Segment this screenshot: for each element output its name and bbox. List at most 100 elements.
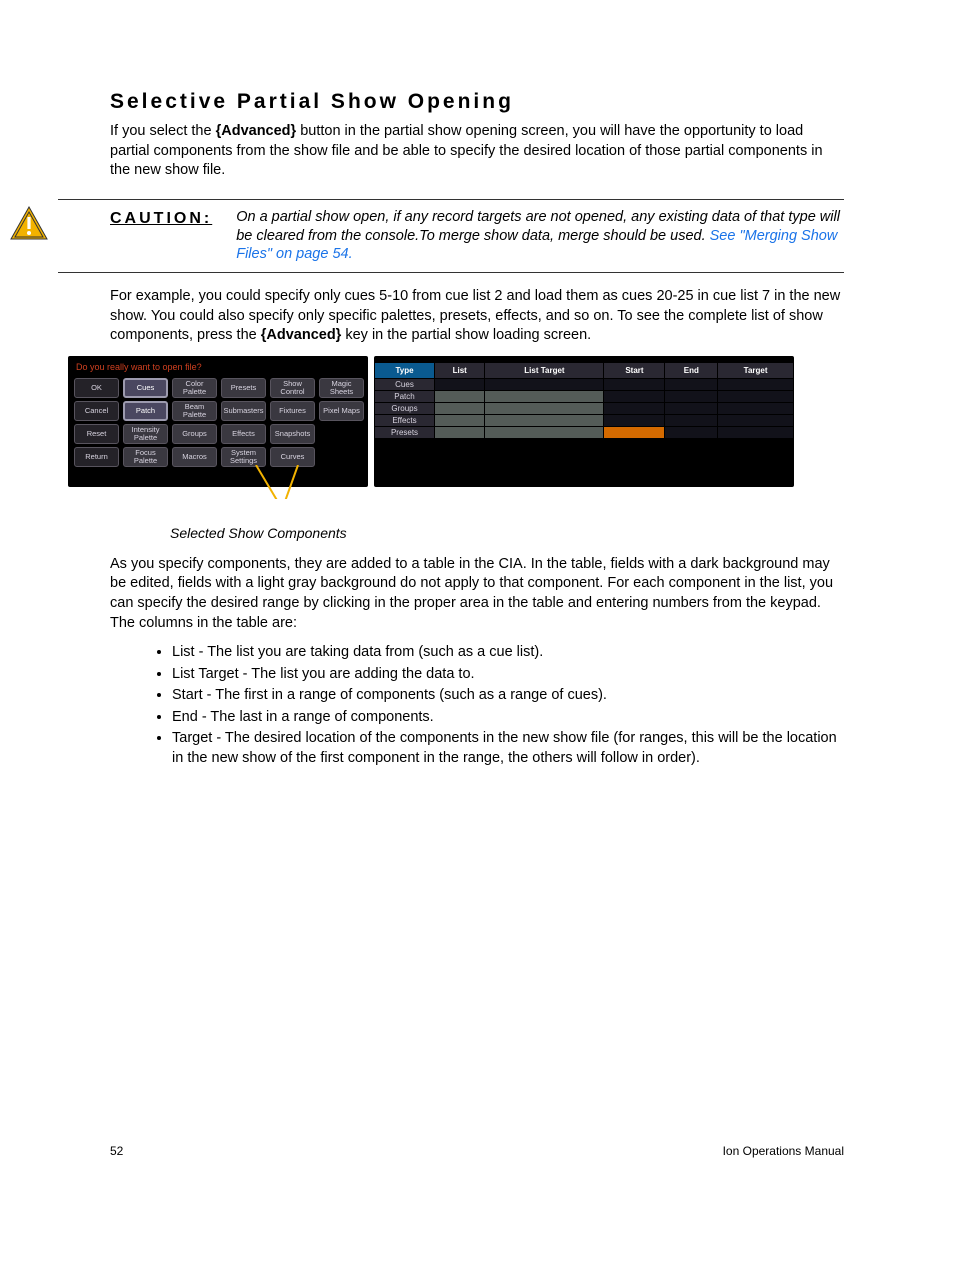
component-focus-palette[interactable]: Focus Palette — [123, 447, 168, 467]
component-snapshots[interactable]: Snapshots — [270, 424, 315, 444]
component-cues[interactable]: Cues — [123, 378, 168, 398]
table-cell[interactable] — [485, 402, 604, 414]
row-patch: Patch — [375, 390, 435, 402]
column-item: Start - The first in a range of componen… — [172, 686, 844, 706]
row-groups: Groups — [375, 402, 435, 414]
component-show-control[interactable]: Show Control — [270, 378, 315, 398]
component-color-palette[interactable]: Color Palette — [172, 378, 217, 398]
table-cell[interactable] — [435, 390, 485, 402]
table-cell[interactable] — [485, 390, 604, 402]
col-end: End — [665, 362, 718, 378]
column-item: List Target - The list you are adding th… — [172, 665, 844, 685]
component-fixtures[interactable]: Fixtures — [270, 401, 315, 421]
table-cell[interactable] — [604, 414, 665, 426]
row-effects: Effects — [375, 414, 435, 426]
table-cell — [435, 438, 485, 450]
component-pixel-maps[interactable]: Pixel Maps — [319, 401, 364, 421]
table-cell[interactable] — [435, 402, 485, 414]
ok-button[interactable]: OK — [74, 378, 119, 398]
page-number: 52 — [110, 1144, 123, 1158]
caution-text: On a partial show open, if any record ta… — [236, 208, 844, 265]
columns-list: List - The list you are taking data from… — [172, 643, 844, 768]
table-cell[interactable] — [665, 426, 718, 438]
table-cell — [718, 462, 794, 474]
row-cues: Cues — [375, 378, 435, 390]
caution-label: CAUTION: — [110, 208, 212, 265]
table-cell — [375, 450, 435, 462]
component-magic-sheets[interactable]: Magic Sheets — [319, 378, 364, 398]
table-cell — [435, 450, 485, 462]
component-effects[interactable]: Effects — [221, 424, 266, 444]
table-cell[interactable] — [665, 402, 718, 414]
figure-caption: Selected Show Components — [170, 525, 844, 541]
table-cell — [375, 438, 435, 450]
column-item: End - The last in a range of components. — [172, 708, 844, 728]
table-cell[interactable] — [718, 402, 794, 414]
row-presets: Presets — [375, 426, 435, 438]
table-cell[interactable] — [604, 390, 665, 402]
table-description: As you specify components, they are adde… — [110, 555, 844, 633]
text: key in the partial show loading screen. — [341, 327, 591, 343]
table-cell[interactable] — [718, 378, 794, 390]
return-button[interactable]: Return — [74, 447, 119, 467]
component-patch[interactable]: Patch — [123, 401, 168, 421]
table-cell[interactable] — [718, 414, 794, 426]
reset-button[interactable]: Reset — [74, 424, 119, 444]
col-start: Start — [604, 362, 665, 378]
table-cell[interactable] — [604, 402, 665, 414]
table-cell — [604, 438, 665, 450]
table-cell — [665, 462, 718, 474]
col-list: List — [435, 362, 485, 378]
component-system-settings[interactable]: System Settings — [221, 447, 266, 467]
advanced-key: {Advanced} — [261, 327, 342, 343]
table-cell[interactable] — [665, 414, 718, 426]
intro-paragraph: If you select the {Advanced} button in t… — [110, 122, 844, 181]
table-cell[interactable] — [718, 426, 794, 438]
table-cell — [485, 438, 604, 450]
text: If you select the — [110, 123, 216, 139]
table-cell[interactable] — [485, 426, 604, 438]
dialog-prompt: Do you really want to open file? — [74, 362, 362, 378]
table-cell — [665, 438, 718, 450]
caution-icon — [10, 206, 48, 244]
table-cell[interactable] — [718, 390, 794, 402]
component-groups[interactable]: Groups — [172, 424, 217, 444]
page-footer: 52 Ion Operations Manual — [110, 1144, 844, 1158]
component-curves[interactable]: Curves — [270, 447, 315, 467]
table-cell — [718, 438, 794, 450]
component-table: TypeListList TargetStartEndTarget CuesPa… — [374, 362, 794, 475]
dialog-panel-right: TypeListList TargetStartEndTarget CuesPa… — [374, 356, 794, 487]
component-macros[interactable]: Macros — [172, 447, 217, 467]
table-cell — [485, 462, 604, 474]
col-target: Target — [718, 362, 794, 378]
table-cell — [604, 462, 665, 474]
col-type: Type — [375, 362, 435, 378]
table-cell[interactable] — [435, 378, 485, 390]
advanced-key: {Advanced} — [216, 123, 297, 139]
table-cell[interactable] — [485, 378, 604, 390]
column-item: List - The list you are taking data from… — [172, 643, 844, 663]
component-submasters[interactable]: Submasters — [221, 401, 266, 421]
column-item: Target - The desired location of the com… — [172, 729, 844, 768]
table-cell — [485, 450, 604, 462]
table-cell[interactable] — [665, 378, 718, 390]
section-heading: Selective Partial Show Opening — [110, 90, 844, 114]
table-cell — [665, 450, 718, 462]
table-cell — [718, 450, 794, 462]
table-cell[interactable] — [485, 414, 604, 426]
caution-block: CAUTION: On a partial show open, if any … — [58, 199, 844, 274]
table-cell[interactable] — [665, 390, 718, 402]
doc-title: Ion Operations Manual — [723, 1144, 844, 1158]
example-paragraph: For example, you could specify only cues… — [110, 287, 844, 346]
col-list-target: List Target — [485, 362, 604, 378]
cancel-button[interactable]: Cancel — [74, 401, 119, 421]
table-cell[interactable] — [604, 378, 665, 390]
table-cell — [435, 462, 485, 474]
table-cell[interactable] — [435, 414, 485, 426]
component-intensity-palette[interactable]: Intensity Palette — [123, 424, 168, 444]
component-presets[interactable]: Presets — [221, 378, 266, 398]
component-beam-palette[interactable]: Beam Palette — [172, 401, 217, 421]
table-cell[interactable] — [435, 426, 485, 438]
callout-arrow — [68, 489, 844, 519]
table-cell[interactable] — [604, 426, 665, 438]
